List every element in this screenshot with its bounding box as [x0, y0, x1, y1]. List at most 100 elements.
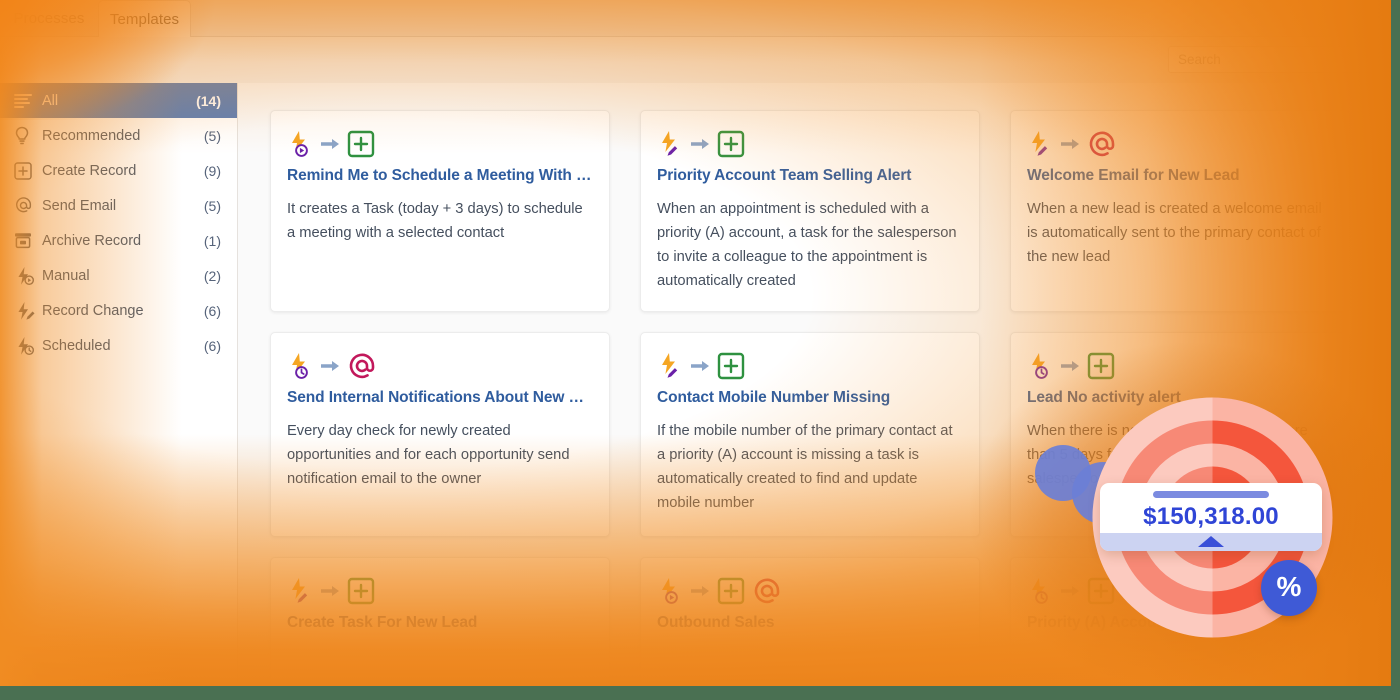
- plus-box-icon: [1087, 352, 1115, 380]
- sidebar-item-count: (1): [203, 232, 221, 249]
- template-card[interactable]: Lead No activity alert When there is no …: [1010, 332, 1350, 537]
- bolt-pencil-icon: [657, 352, 683, 380]
- at-icon: [1087, 129, 1117, 159]
- sidebar-item-label: All: [42, 92, 59, 109]
- list-icon: [14, 93, 40, 108]
- sidebar-item-manual[interactable]: Manual (2): [0, 258, 237, 293]
- plus-box-icon: [717, 130, 745, 158]
- at-icon: [14, 196, 40, 215]
- toolbar-band: [0, 37, 1360, 83]
- template-card[interactable]: Priority (A) Account…: [1010, 557, 1350, 697]
- template-description: It creates a Task (today + 3 days) to sc…: [287, 201, 583, 241]
- sidebar-item-label: Record Change: [42, 302, 144, 319]
- sidebar-item-count: (6): [203, 302, 221, 319]
- arrow-right-icon: [1060, 582, 1080, 600]
- sidebar-item-create-record[interactable]: Create Record (9): [0, 153, 237, 188]
- template-icon-row: [657, 349, 963, 383]
- template-card[interactable]: Outbound Sales: [640, 557, 980, 697]
- tab-templates[interactable]: Templates: [98, 0, 191, 38]
- template-title: Priority (A) Account…: [1027, 614, 1187, 631]
- sidebar-item-record-change[interactable]: Record Change (6): [0, 293, 237, 328]
- template-card[interactable]: Priority Account Team Selling Alert When…: [640, 110, 980, 312]
- template-title: Send Internal Notifications About New O…: [287, 389, 593, 406]
- template-description: When there is no activity recorded for m…: [1027, 423, 1314, 487]
- template-title: Contact Mobile Number Missing: [657, 389, 891, 406]
- template-title: Create Task For New Lead: [287, 614, 478, 631]
- tab-processes-label: Processes: [13, 10, 85, 27]
- at-icon: [752, 576, 782, 606]
- sidebar-item-label: Create Record: [42, 162, 137, 179]
- template-icon-row: [287, 349, 593, 383]
- template-card[interactable]: Send Internal Notifications About New O……: [270, 332, 610, 537]
- sidebar-item-send-email[interactable]: Send Email (5): [0, 188, 237, 223]
- template-icon-row: [1027, 127, 1333, 161]
- template-icon-row: [287, 574, 593, 608]
- plus-box-icon: [1087, 577, 1115, 605]
- sidebar-item-label: Scheduled: [42, 337, 111, 354]
- bolt-play-icon: [287, 130, 313, 158]
- arrow-right-icon: [1060, 357, 1080, 375]
- plus-box-icon: [14, 161, 40, 180]
- sidebar: All (14) Recommended (5) Create Record (…: [0, 83, 238, 690]
- sidebar-item-count: (9): [203, 162, 221, 179]
- app-window: Processes Templates Search All (14) Reco…: [0, 0, 1400, 700]
- sidebar-item-scheduled[interactable]: Scheduled (6): [0, 328, 237, 363]
- sidebar-item-all[interactable]: All (14): [0, 83, 237, 118]
- sidebar-item-count: (14): [196, 92, 221, 109]
- arrow-right-icon: [320, 135, 340, 153]
- template-card-grid: Remind Me to Schedule a Meeting With C… …: [270, 110, 1360, 697]
- tab-processes[interactable]: Processes: [0, 0, 98, 37]
- bolt-pencil-icon: [14, 301, 40, 321]
- arrow-right-icon: [1060, 135, 1080, 153]
- bolt-pencil-icon: [287, 577, 313, 605]
- template-description: Every day check for newly created opport…: [287, 423, 570, 487]
- plus-box-icon: [347, 577, 375, 605]
- bolt-clock-icon: [1027, 577, 1053, 605]
- template-title: Remind Me to Schedule a Meeting With C…: [287, 167, 593, 184]
- archive-box-icon: [14, 232, 40, 249]
- template-card[interactable]: Create Task For New Lead: [270, 557, 610, 697]
- arrow-right-icon: [320, 357, 340, 375]
- template-icon-row: [287, 127, 593, 161]
- sidebar-item-label: Send Email: [42, 197, 117, 214]
- plus-box-icon: [717, 352, 745, 380]
- sidebar-item-count: (5): [203, 127, 221, 144]
- lightbulb-icon: [14, 126, 40, 145]
- bolt-clock-icon: [1027, 352, 1053, 380]
- window-edge-bottom: [0, 686, 1400, 700]
- sidebar-item-archive-record[interactable]: Archive Record (1): [0, 223, 237, 258]
- sidebar-item-count: (2): [203, 267, 221, 284]
- sidebar-item-recommended[interactable]: Recommended (5): [0, 118, 237, 153]
- window-edge-right: [1391, 0, 1400, 700]
- bolt-pencil-icon: [657, 130, 683, 158]
- template-title: Outbound Sales: [657, 614, 775, 631]
- bolt-play-icon: [14, 266, 40, 286]
- sidebar-item-count: (6): [203, 337, 221, 354]
- at-icon: [347, 351, 377, 381]
- arrow-right-icon: [320, 582, 340, 600]
- template-title: Welcome Email for New Lead: [1027, 167, 1240, 184]
- bolt-clock-icon: [287, 352, 313, 380]
- template-card[interactable]: Welcome Email for New Lead When a new le…: [1010, 110, 1350, 312]
- sidebar-item-count: (5): [203, 197, 221, 214]
- arrow-right-icon: [690, 582, 710, 600]
- search-placeholder: Search: [1178, 52, 1221, 67]
- template-card[interactable]: Remind Me to Schedule a Meeting With C… …: [270, 110, 610, 312]
- template-description: When a new lead is created a welcome ema…: [1027, 201, 1322, 265]
- plus-box-icon: [717, 577, 745, 605]
- template-description: If the mobile number of the primary cont…: [657, 423, 953, 511]
- arrow-right-icon: [690, 357, 710, 375]
- arrow-right-icon: [690, 135, 710, 153]
- tab-strip: Processes Templates: [0, 0, 1360, 38]
- search-input[interactable]: Search: [1168, 46, 1376, 73]
- sidebar-item-label: Manual: [42, 267, 90, 284]
- template-title: Priority Account Team Selling Alert: [657, 167, 912, 184]
- template-icon-row: [1027, 349, 1333, 383]
- sidebar-item-label: Archive Record: [42, 232, 142, 249]
- sidebar-item-label: Recommended: [42, 127, 141, 144]
- plus-box-icon: [347, 130, 375, 158]
- template-title: Lead No activity alert: [1027, 389, 1181, 406]
- template-icon-row: [657, 574, 963, 608]
- template-card[interactable]: Contact Mobile Number Missing If the mob…: [640, 332, 980, 537]
- template-icon-row: [657, 127, 963, 161]
